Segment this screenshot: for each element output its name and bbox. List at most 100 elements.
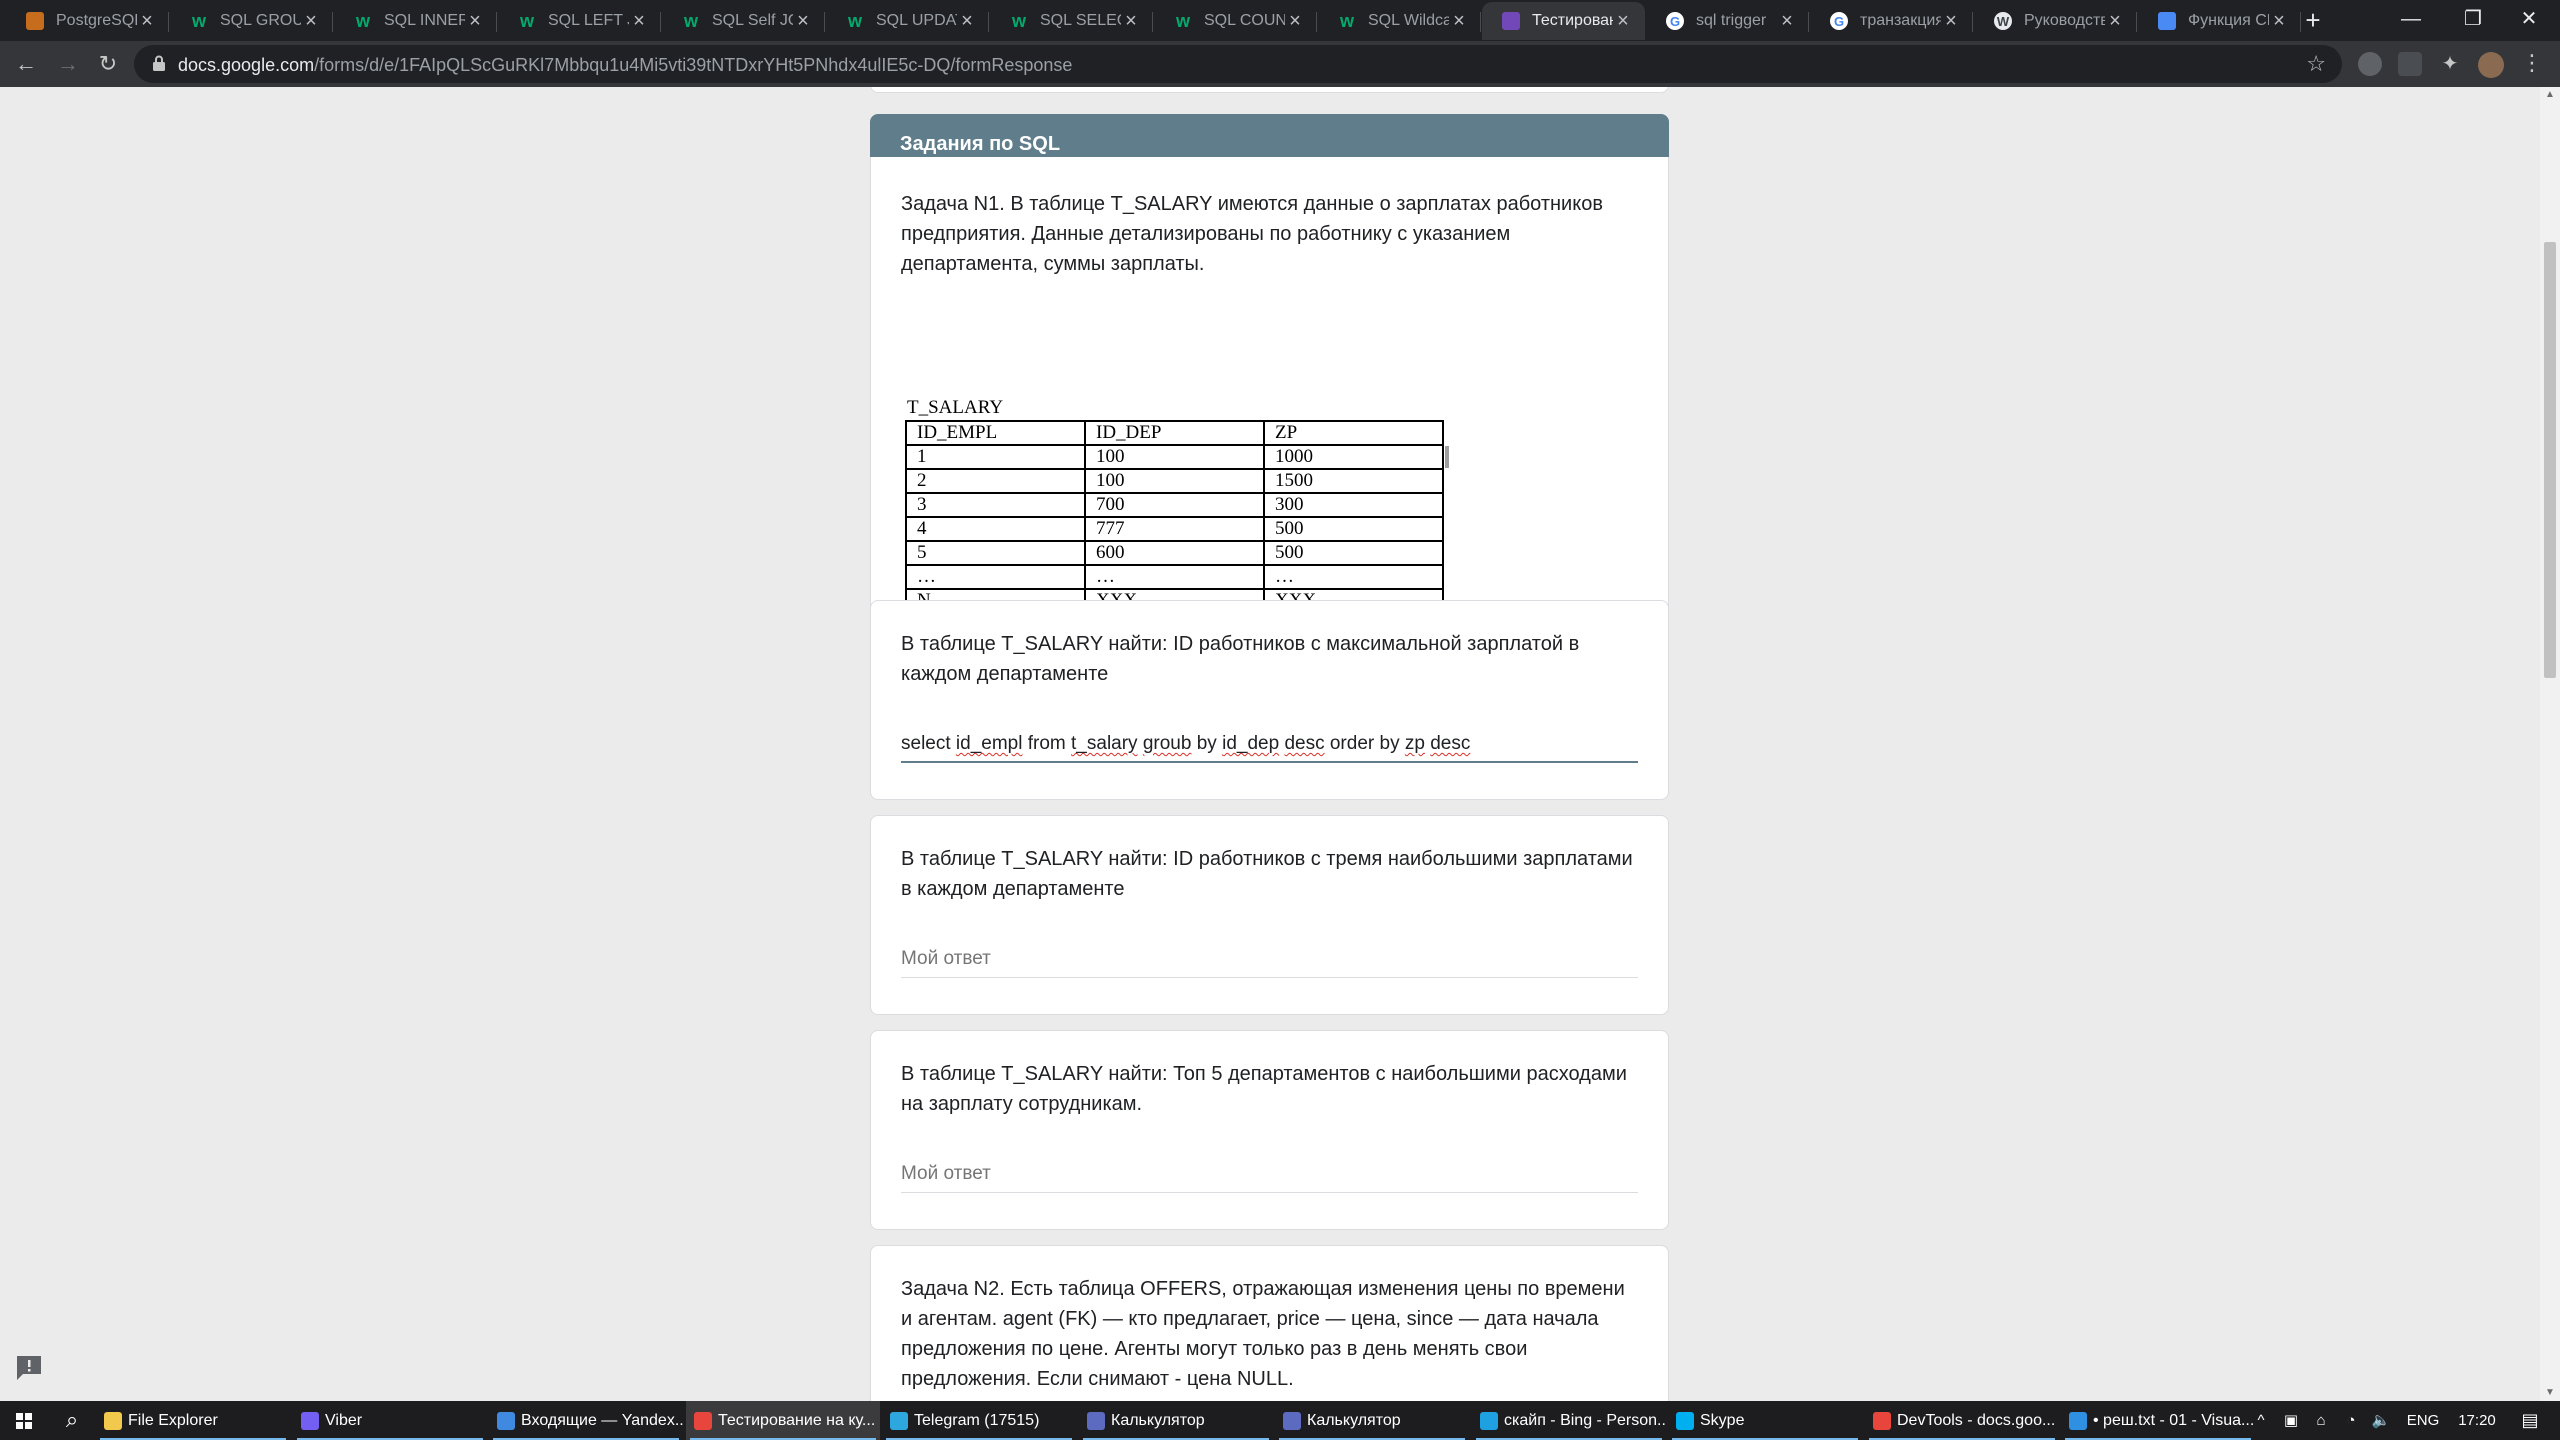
answer-1-value: select id_empl from t_salary groub by id… (901, 733, 1470, 754)
feedback-icon[interactable] (14, 1353, 44, 1383)
table-cell: 4 (905, 516, 1086, 542)
taskbar-app-label: Telegram (17515) (914, 1411, 1040, 1429)
clock[interactable]: 17:20 (2450, 1401, 2504, 1440)
taskbar-app[interactable]: Telegram (17515) (882, 1401, 1076, 1440)
scrollbar-thumb[interactable] (2544, 242, 2556, 678)
taskbar-app[interactable]: Калькулятор (1079, 1401, 1273, 1440)
table-cell: 300 (1263, 492, 1444, 518)
profile-avatar[interactable] (2478, 52, 2504, 78)
browser-tab[interactable]: Gsql trigger × (1646, 2, 1809, 40)
tray-app-icon[interactable]: ▣ (2278, 1401, 2304, 1440)
tray-network-icon[interactable]: ⌂ (2308, 1401, 2334, 1440)
extensions-puzzle-icon[interactable]: ✦ (2438, 52, 2462, 76)
answer-word: from (1027, 733, 1066, 754)
page-scrollbar[interactable]: ▲ ▼ (2540, 87, 2560, 1401)
taskbar-app[interactable]: • реш.txt - 01 - Visua... (2061, 1401, 2255, 1440)
answer-3-input[interactable] (901, 1163, 1638, 1185)
reload-icon[interactable]: ↻ (92, 48, 124, 80)
restore-button[interactable]: ❐ (2442, 0, 2504, 41)
close-tab-icon[interactable]: × (1121, 10, 1141, 33)
table-cell: 500 (1263, 540, 1444, 566)
browser-tab[interactable]: w SQL LEFT JO× (498, 2, 661, 40)
browser-tab[interactable]: Gтранзакция × (1810, 2, 1973, 40)
tab-separator (2136, 12, 2137, 32)
close-tab-icon[interactable]: × (1285, 10, 1305, 33)
close-tab-icon[interactable]: × (137, 10, 157, 33)
taskbar-search-icon[interactable]: ⌕ (48, 1401, 96, 1440)
answer-field-2[interactable] (901, 944, 1638, 978)
forward-icon[interactable]: → (52, 48, 84, 80)
close-tab-icon[interactable]: × (1613, 10, 1633, 33)
close-window-button[interactable]: ✕ (2498, 0, 2560, 41)
tab-separator (496, 12, 497, 32)
answer-field-3[interactable] (901, 1159, 1638, 1193)
question-card-2: В таблице T_SALARY найти: ID работников … (870, 815, 1669, 1015)
question-2-text: В таблице T_SALARY найти: ID работников … (901, 848, 1633, 900)
answer-field-1[interactable]: select id_empl from t_salary groub by id… (901, 729, 1638, 763)
browser-tab[interactable]: w SQL Wildcar × (1318, 2, 1481, 40)
browser-tab[interactable]: w SQL SELECT× (990, 2, 1153, 40)
close-tab-icon[interactable]: × (301, 10, 321, 33)
language-indicator[interactable]: ENG (2400, 1401, 2446, 1440)
browser-tab[interactable]: w SQL INNER × (334, 2, 497, 40)
table-cell: 700 (1084, 492, 1265, 518)
tab-separator (168, 12, 169, 32)
question-card-1: В таблице T_SALARY найти: ID работников … (870, 600, 1669, 800)
back-icon[interactable]: ← (10, 48, 42, 80)
close-tab-icon[interactable]: × (1777, 10, 1797, 33)
tray-overflow-icon[interactable]: ^ (2248, 1401, 2274, 1440)
taskbar-app[interactable]: Тестирование на ку... (686, 1401, 880, 1440)
tab-separator (1808, 12, 1809, 32)
close-tab-icon[interactable]: × (2269, 10, 2289, 33)
volume-icon[interactable]: 🔈 (2368, 1401, 2394, 1440)
taskbar-app[interactable]: скайп - Bing - Person... (1472, 1401, 1666, 1440)
table-row: 3 700 300 (905, 492, 1444, 518)
browser-tab[interactable]: PostgreSQL × (6, 2, 169, 40)
close-tab-icon[interactable]: × (793, 10, 813, 33)
answer-word: select (901, 733, 951, 754)
browser-tab[interactable]: w SQL UPDATE× (826, 2, 989, 40)
taskbar-app[interactable]: DevTools - docs.goo... (1865, 1401, 2059, 1440)
taskbar-app[interactable]: File Explorer (96, 1401, 290, 1440)
browser-tab[interactable]: W Руководств × (1974, 2, 2137, 40)
extension-pinterest-icon[interactable] (2358, 52, 2382, 76)
taskbar-app[interactable]: Входящие — Yandex... (489, 1401, 683, 1440)
table-row: 1 100 1000 (905, 444, 1444, 470)
close-tab-icon[interactable]: × (465, 10, 485, 33)
bookmark-star-icon[interactable]: ☆ (2306, 51, 2326, 77)
close-tab-icon[interactable]: × (1941, 10, 1961, 33)
tray-security-icon[interactable]: ◔ (2338, 1401, 2364, 1440)
scroll-down-arrow-icon[interactable]: ▼ (2540, 1385, 2560, 1401)
browser-tab[interactable]: w SQL GROUP× (170, 2, 333, 40)
notifications-icon[interactable]: ▤ (2510, 1401, 2550, 1440)
close-tab-icon[interactable]: × (629, 10, 649, 33)
browser-tab[interactable]: Функция CE × (2138, 2, 2301, 40)
tab-separator (332, 12, 333, 32)
new-tab-button[interactable]: + (2298, 6, 2328, 36)
table-cell: 100 (1084, 468, 1265, 494)
taskbar-app[interactable]: Skype (1668, 1401, 1862, 1440)
browser-tab[interactable]: w SQL Self JOI× (662, 2, 825, 40)
browser-tab[interactable]: Тестирован × (1482, 2, 1645, 40)
w3schools-icon: w (847, 10, 862, 31)
windows-start-icon[interactable] (0, 1401, 48, 1440)
close-tab-icon[interactable]: × (2105, 10, 2125, 33)
close-tab-icon[interactable]: × (957, 10, 977, 33)
tab-title: SQL SELECT (1040, 12, 1121, 29)
scroll-up-arrow-icon[interactable]: ▲ (2540, 87, 2560, 103)
question-3-text: В таблице T_SALARY найти: Топ 5 департам… (901, 1063, 1627, 1115)
tab-separator (1152, 12, 1153, 32)
answer-word: id_dep (1222, 733, 1280, 754)
minimize-button[interactable]: — (2380, 0, 2442, 41)
browser-menu-icon[interactable]: ⋮ (2520, 52, 2544, 76)
taskbar-app[interactable]: Viber (293, 1401, 487, 1440)
address-bar[interactable]: docs.google.com/forms/d/e/1FAIpQLScGuRKl… (134, 45, 2342, 83)
extension-timer-icon[interactable] (2398, 52, 2422, 76)
taskbar-app[interactable]: Калькулятор (1275, 1401, 1469, 1440)
answer-2-input[interactable] (901, 948, 1638, 970)
w3schools-icon: w (191, 10, 206, 31)
url-text: docs.google.com/forms/d/e/1FAIpQLScGuRKl… (178, 55, 1073, 75)
browser-tab[interactable]: w SQL COUNT× (1154, 2, 1317, 40)
close-tab-icon[interactable]: × (1449, 10, 1469, 33)
table-cell: 3 (905, 492, 1086, 518)
